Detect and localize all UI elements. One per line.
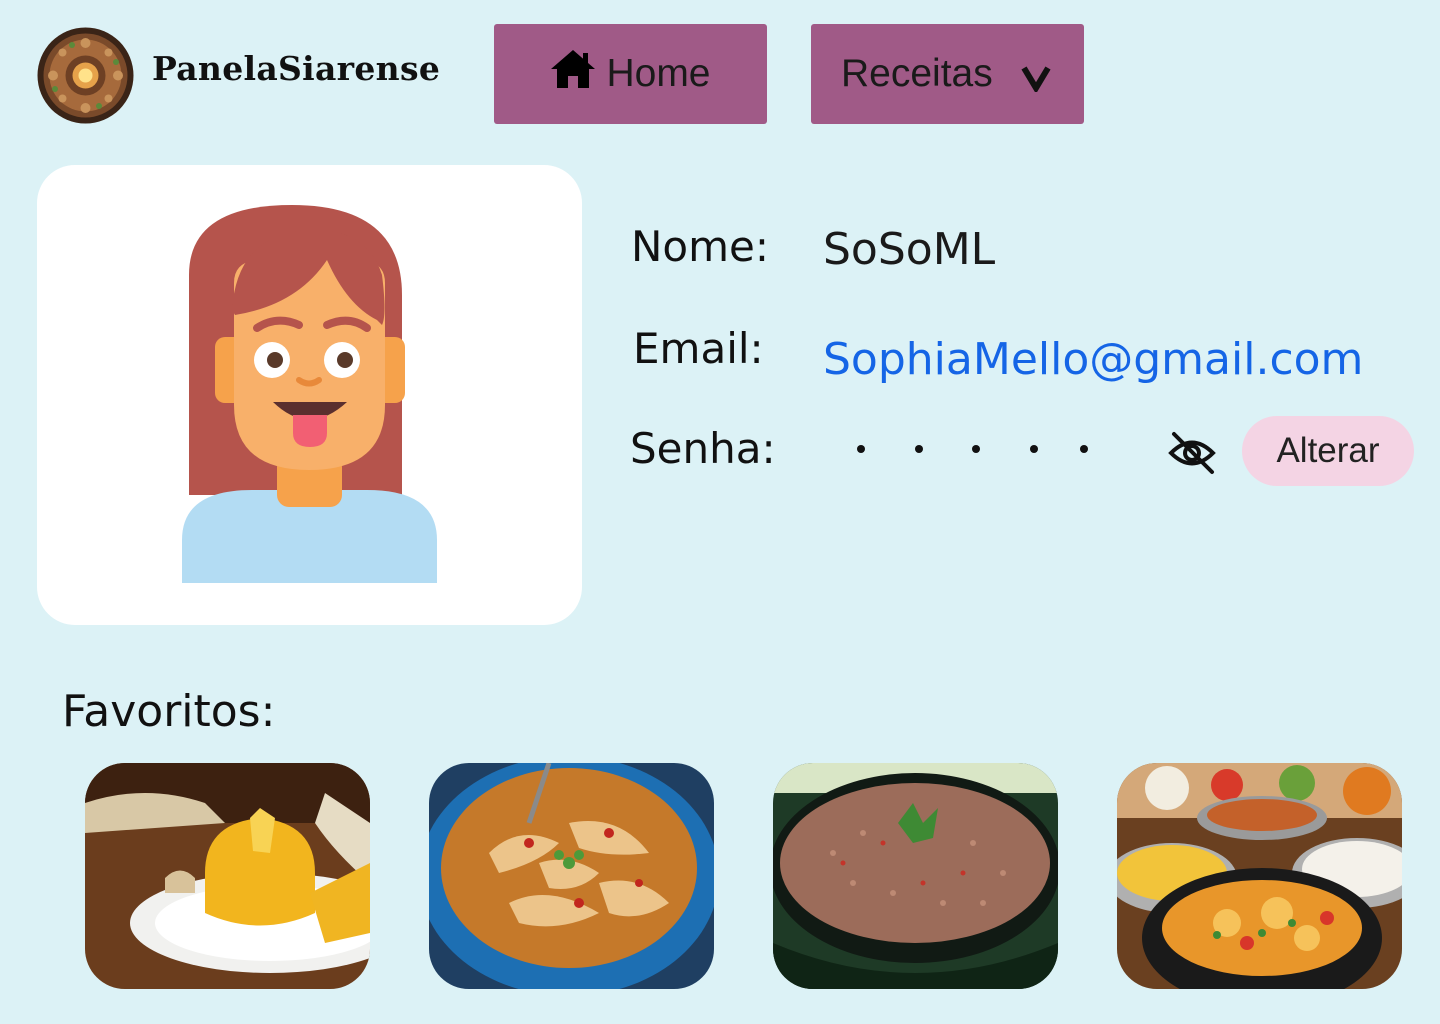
couscous-image [85, 763, 370, 989]
favorite-item-tripe-stew[interactable] [429, 763, 714, 989]
nav-receitas-label: Receitas [841, 52, 993, 95]
senha-label: Senha: [630, 424, 776, 473]
farofa-image [773, 763, 1058, 989]
favorite-item-farofa[interactable] [773, 763, 1058, 989]
nav-receitas-dropdown[interactable]: Receitas [811, 24, 1084, 124]
email-link[interactable]: SophiaMello@gmail.com [823, 334, 1363, 385]
brand-logo[interactable] [37, 27, 134, 124]
avatar-card [37, 165, 582, 625]
email-label: Email: [633, 324, 764, 373]
brand-name[interactable]: PanelaSiarense [152, 49, 440, 88]
favorite-item-couscous[interactable] [85, 763, 370, 989]
nav-home-button[interactable]: Home [494, 24, 767, 124]
alterar-password-button[interactable]: Alterar [1242, 416, 1414, 486]
eye-slash-icon[interactable] [1168, 430, 1216, 476]
chevron-down-icon [1021, 58, 1051, 102]
moqueca-image [1117, 763, 1402, 989]
nome-label: Nome: [631, 222, 770, 271]
password-field[interactable] [845, 418, 1105, 478]
nav-home-label: Home [606, 52, 711, 95]
favorite-item-moqueca[interactable] [1117, 763, 1402, 989]
girl-avatar-illustration [182, 205, 437, 583]
home-icon [550, 49, 596, 99]
nome-value: SoSoML [823, 224, 996, 275]
favoritos-heading: Favoritos: [62, 686, 276, 737]
tripe-stew-image [429, 763, 714, 989]
